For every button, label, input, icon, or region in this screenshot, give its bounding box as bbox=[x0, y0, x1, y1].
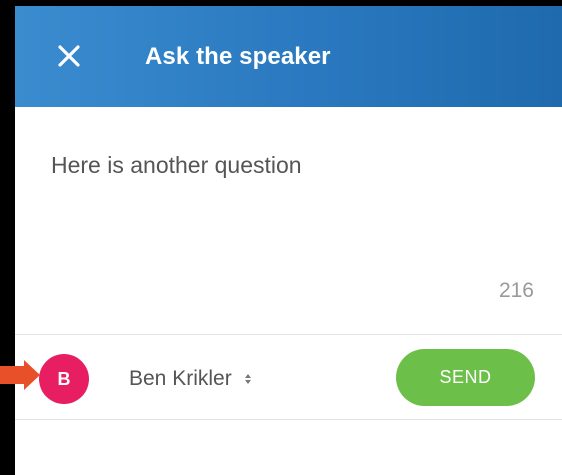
close-button[interactable] bbox=[55, 42, 83, 70]
divider bbox=[15, 419, 562, 420]
close-icon bbox=[58, 45, 80, 67]
updown-icon bbox=[244, 374, 251, 384]
dialog-header: Ask the speaker bbox=[15, 6, 562, 107]
user-name: Ben Krikler bbox=[129, 367, 232, 390]
question-input-area[interactable]: Here is another question 216 bbox=[15, 107, 562, 334]
user-avatar: B bbox=[39, 354, 89, 404]
question-textarea[interactable]: Here is another question bbox=[51, 151, 531, 179]
annotation-arrow-icon bbox=[0, 360, 40, 390]
divider bbox=[15, 334, 562, 335]
character-counter: 216 bbox=[498, 279, 534, 302]
dialog-title: Ask the speaker bbox=[145, 43, 331, 70]
ask-speaker-panel: Ask the speaker Here is another question… bbox=[15, 6, 562, 475]
user-select-dropdown[interactable]: Ben Krikler bbox=[129, 364, 252, 394]
send-button[interactable]: SEND bbox=[396, 349, 535, 406]
